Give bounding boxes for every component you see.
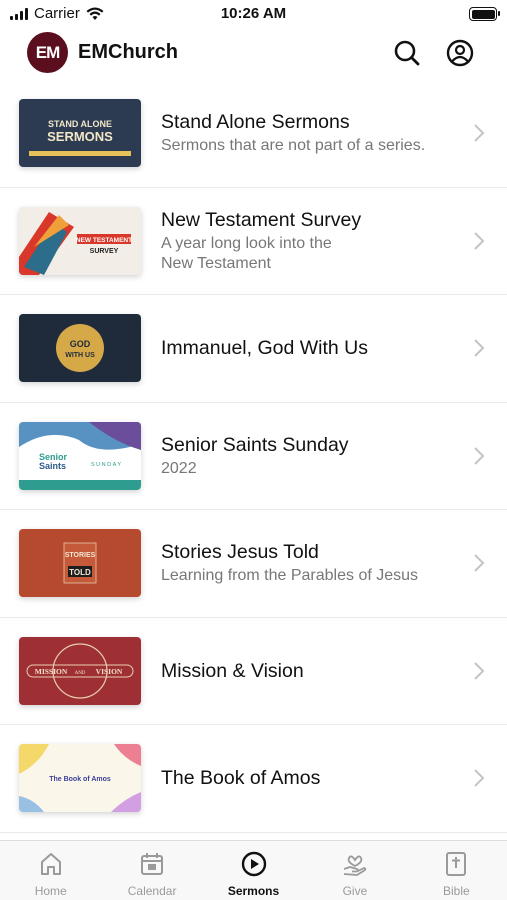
tab-bible[interactable]: Bible (406, 841, 507, 900)
calendar-icon (141, 853, 164, 875)
series-subtitle: Learning from the Parables of Jesus (161, 567, 419, 585)
clock: 10:26 AM (220, 5, 287, 22)
thumb-text: SUNDAY (91, 462, 123, 468)
thumb-text: AND (75, 671, 86, 676)
thumb-text: SURVEY (90, 248, 119, 255)
series-thumbnail: NEW TESTAMENT SURVEY (19, 206, 141, 275)
chevron-right-icon (474, 769, 485, 787)
thumb-text: TOLD (69, 568, 91, 577)
tab-give[interactable]: Give (304, 841, 405, 900)
series-row[interactable]: NEW TESTAMENT SURVEY New Testament Surve… (0, 188, 507, 295)
series-title: Immanuel, God With Us (161, 337, 368, 360)
church-logo: EM (27, 32, 68, 73)
series-thumbnail: STAND ALONE SERMONS (19, 99, 141, 168)
series-thumbnail: GOD WITH US (19, 314, 141, 383)
thumb-text: STORIES (65, 552, 96, 559)
series-thumbnail: Senior Saints SUNDAY (19, 421, 141, 490)
bottom-tab-bar: Home Calendar Sermons Give Bible (0, 840, 507, 900)
tab-label: Home (34, 884, 67, 898)
series-subtitle: Sermons that are not part of a series. (161, 137, 426, 155)
thumb-text: MISSION (35, 667, 68, 676)
thumb-text: The Book of Amos (49, 776, 111, 783)
series-title: Stand Alone Sermons (161, 111, 350, 134)
chevron-right-icon (474, 662, 485, 680)
search-icon[interactable] (392, 38, 422, 68)
battery-icon (469, 7, 500, 21)
chevron-right-icon (474, 554, 485, 572)
series-title: Mission & Vision (161, 659, 304, 682)
series-row[interactable]: Senior Saints SUNDAY Senior Saints Sunda… (0, 403, 507, 510)
tab-calendar[interactable]: Calendar (101, 841, 202, 900)
series-title: Senior Saints Sunday (161, 433, 349, 456)
series-title: New Testament Survey (161, 208, 362, 231)
series-row[interactable]: The Book of Amos The Book of Amos (0, 725, 507, 833)
series-subtitle: A year long look into the New Testament (161, 234, 332, 272)
home-icon (40, 853, 61, 875)
thumb-text: Saints (39, 461, 66, 471)
app-header: EM EMChurch (0, 30, 507, 80)
tab-home[interactable]: Home (0, 841, 101, 900)
series-title: The Book of Amos (161, 767, 321, 790)
status-bar: Carrier 10:26 AM (0, 0, 507, 30)
series-title: Stories Jesus Told (161, 541, 319, 564)
tab-label: Sermons (227, 884, 280, 898)
app-title: EMChurch (78, 41, 178, 63)
chevron-right-icon (474, 124, 485, 142)
series-row[interactable]: STAND ALONE SERMONS Stand Alone Sermons … (0, 80, 507, 188)
thumb-text: WITH US (65, 352, 95, 359)
thumb-text: SERMONS (47, 129, 113, 144)
tab-sermons[interactable]: Sermons (203, 841, 304, 900)
series-row[interactable]: MISSION AND VISION Mission & Vision (0, 618, 507, 725)
series-row[interactable]: GOD WITH US Immanuel, God With Us (0, 295, 507, 403)
chevron-right-icon (474, 447, 485, 465)
series-subtitle: 2022 (161, 459, 197, 477)
give-hand-icon (343, 855, 367, 876)
series-thumbnail: STORIES TOLD (19, 529, 141, 598)
sermon-series-list: STAND ALONE SERMONS Stand Alone Sermons … (0, 80, 507, 833)
tab-label: Calendar (127, 884, 177, 898)
chevron-right-icon (474, 339, 485, 357)
thumb-text: STAND ALONE (48, 119, 112, 129)
series-thumbnail: The Book of Amos (19, 744, 141, 813)
thumb-text: GOD (70, 339, 91, 349)
account-icon[interactable] (445, 38, 475, 68)
bible-icon (446, 852, 467, 876)
thumb-text: VISION (96, 667, 123, 676)
play-circle-icon (241, 851, 266, 877)
series-thumbnail: MISSION AND VISION (19, 636, 141, 705)
tab-label: Give (342, 884, 368, 898)
chevron-right-icon (474, 232, 485, 250)
tab-label: Bible (442, 884, 470, 898)
thumb-text: NEW TESTAMENT (76, 237, 132, 244)
series-row[interactable]: STORIES TOLD Stories Jesus Told Learning… (0, 510, 507, 618)
